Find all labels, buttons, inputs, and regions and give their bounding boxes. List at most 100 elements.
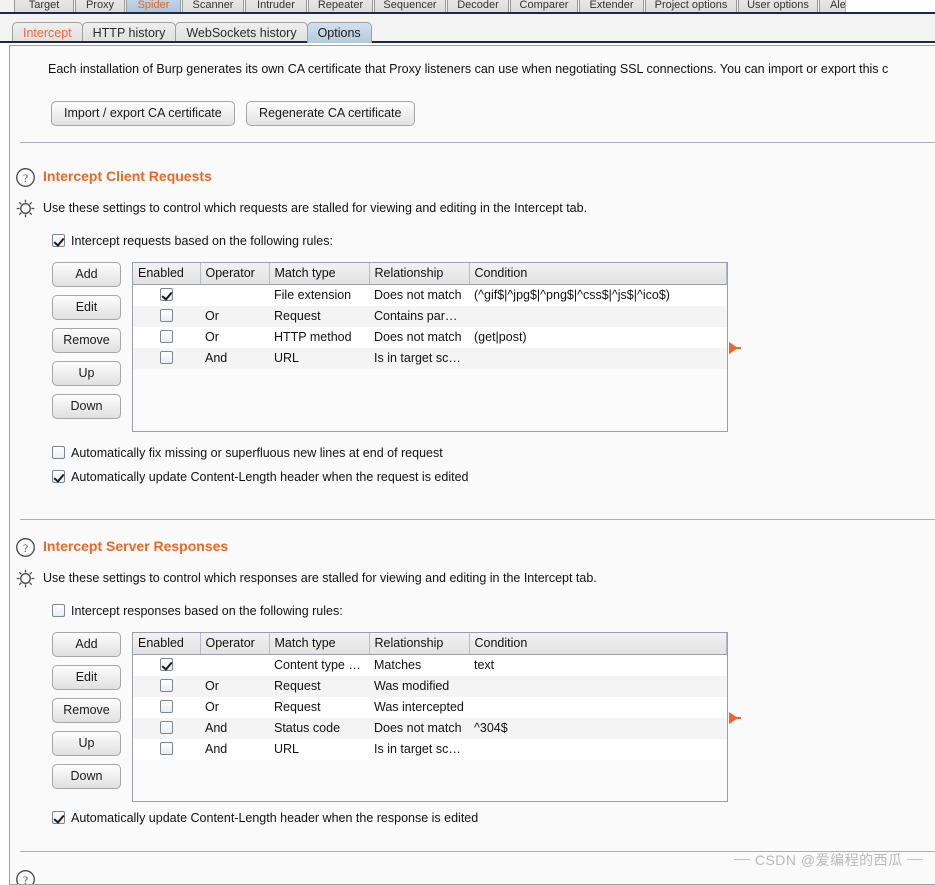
intercept-responses-checkbox[interactable] [52, 604, 65, 617]
client-rules-row[interactable]: OrHTTP methodDoes not match(get|post) [133, 327, 727, 348]
server-rules-row-enabled-checkbox[interactable] [160, 658, 173, 671]
client-rules-column-condition[interactable]: Condition [469, 263, 727, 285]
main-tab-extender[interactable]: Extender [579, 0, 644, 12]
main-tab-user-options[interactable]: User options [738, 0, 818, 12]
server-rules-row-enabled-checkbox[interactable] [160, 742, 173, 755]
client-rules-row-enabled-cell[interactable] [133, 306, 200, 327]
intercept-responses-toggle-row[interactable]: Intercept responses based on the followi… [52, 604, 343, 618]
server-rules-column-relationship[interactable]: Relationship [369, 633, 469, 655]
server-rules-row-enabled-checkbox[interactable] [160, 721, 173, 734]
client-rules-up-button[interactable]: Up [52, 361, 121, 386]
client-rules-row-enabled-checkbox[interactable] [160, 288, 173, 301]
client-rules-row[interactable]: OrRequestContains parameters [133, 306, 727, 327]
subtab-options[interactable]: Options [307, 22, 372, 43]
import-export-ca-certificate-button[interactable]: Import / export CA certificate [51, 101, 235, 126]
client-rules-add-button[interactable]: Add [52, 262, 121, 287]
server-rules-add-button[interactable]: Add [52, 632, 121, 657]
server-rules-column-enabled[interactable]: Enabled [133, 633, 200, 655]
server-rules-row-condition [469, 739, 727, 760]
server-rules-up-button[interactable]: Up [52, 731, 121, 756]
server-rules-down-button[interactable]: Down [52, 764, 121, 789]
server-rules-header-row[interactable]: EnabledOperatorMatch typeRelationshipCon… [133, 633, 727, 655]
client-rules-row-enabled-checkbox[interactable] [160, 351, 173, 364]
client-rules-row[interactable]: AndURLIs in target scope [133, 348, 727, 369]
server-rules-body[interactable]: Content type h...MatchestextOrRequestWas… [133, 655, 727, 803]
server-rules-row[interactable]: OrRequestWas modified [133, 676, 727, 697]
client-rules-body[interactable]: File extensionDoes not match(^gif$|^jpg$… [133, 285, 727, 433]
client-rules-table[interactable]: EnabledOperatorMatch typeRelationshipCon… [132, 262, 728, 432]
main-tab-spider[interactable]: Spider [126, 0, 181, 12]
client-rules-row-operator: Or [200, 306, 269, 327]
server-rules-remove-button[interactable]: Remove [52, 698, 121, 723]
server-rules-row-enabled-cell[interactable] [133, 697, 200, 718]
client-rules-row-enabled-checkbox[interactable] [160, 330, 173, 343]
server-rules-row-enabled-checkbox[interactable] [160, 700, 173, 713]
main-tab-strip-filler [845, 0, 935, 14]
annotation-arrow-client-rules [729, 342, 738, 354]
server-rules-edit-button[interactable]: Edit [52, 665, 121, 690]
subtab-http-history[interactable]: HTTP history [82, 22, 177, 43]
main-tab-project-options[interactable]: Project options [645, 0, 737, 12]
main-tab-proxy[interactable]: Proxy [75, 0, 125, 12]
intercept-requests-toggle-row[interactable]: Intercept requests based on the followin… [52, 234, 333, 248]
help-icon-client-requests[interactable]: ? [15, 167, 36, 188]
update-content-length-response-row[interactable]: Automatically update Content-Length head… [52, 811, 478, 825]
intercept-responses-label: Intercept responses based on the followi… [71, 604, 343, 618]
update-content-length-response-checkbox[interactable] [52, 811, 65, 824]
svg-text:?: ? [23, 875, 28, 885]
regenerate-ca-certificate-button[interactable]: Regenerate CA certificate [246, 101, 414, 126]
server-rules-row-operator: Or [200, 676, 269, 697]
help-icon-server-responses[interactable]: ? [15, 537, 36, 558]
client-rules-row-enabled-cell[interactable] [133, 327, 200, 348]
server-rules-row[interactable]: OrRequestWas intercepted [133, 697, 727, 718]
update-content-length-request-checkbox[interactable] [52, 470, 65, 483]
client-rules-remove-button[interactable]: Remove [52, 328, 121, 353]
update-content-length-request-row[interactable]: Automatically update Content-Length head… [52, 470, 469, 484]
server-rules-row-enabled-cell[interactable] [133, 739, 200, 760]
subtab-websockets-history[interactable]: WebSockets history [175, 22, 307, 43]
server-rules-row-enabled-checkbox[interactable] [160, 679, 173, 692]
autofix-newlines-row[interactable]: Automatically fix missing or superfluous… [52, 446, 443, 460]
main-tab-target[interactable]: Target [14, 0, 74, 12]
help-icon-next-section[interactable]: ? [15, 869, 36, 885]
main-tab-intruder[interactable]: Intruder [245, 0, 307, 12]
client-rules-column-operator[interactable]: Operator [200, 263, 269, 285]
client-rules-column-match-type[interactable]: Match type [269, 263, 369, 285]
server-rules-row[interactable]: AndStatus codeDoes not match^304$ [133, 718, 727, 739]
client-rules-row[interactable]: File extensionDoes not match(^gif$|^jpg$… [133, 285, 727, 306]
server-rules-row[interactable]: AndURLIs in target scope [133, 739, 727, 760]
client-rules-row-enabled-checkbox[interactable] [160, 309, 173, 322]
server-rules-row-condition [469, 676, 727, 697]
proxy-subtab-strip[interactable]: InterceptHTTP historyWebSockets historyO… [0, 14, 935, 43]
main-tab-scanner[interactable]: Scanner [182, 0, 244, 12]
server-rules-column-condition[interactable]: Condition [469, 633, 727, 655]
client-rules-column-enabled[interactable]: Enabled [133, 263, 200, 285]
gear-icon-server-responses[interactable] [15, 568, 36, 589]
subtab-intercept[interactable]: Intercept [12, 22, 83, 43]
client-rules-empty-cell [200, 390, 269, 411]
main-tab-sequencer[interactable]: Sequencer [374, 0, 446, 12]
main-tab-strip[interactable]: TargetProxySpiderScannerIntruderRepeater… [0, 0, 935, 14]
client-rules-column-relationship[interactable]: Relationship [369, 263, 469, 285]
autofix-newlines-checkbox[interactable] [52, 446, 65, 459]
server-rules-column-operator[interactable]: Operator [200, 633, 269, 655]
server-rules-row-enabled-cell[interactable] [133, 676, 200, 697]
client-rules-row-enabled-cell[interactable] [133, 348, 200, 369]
client-rules-edit-button[interactable]: Edit [52, 295, 121, 320]
server-rules-row-enabled-cell[interactable] [133, 655, 200, 676]
server-rules-row-enabled-cell[interactable] [133, 718, 200, 739]
server-rules-table[interactable]: EnabledOperatorMatch typeRelationshipCon… [132, 632, 728, 802]
server-rules-column-match-type[interactable]: Match type [269, 633, 369, 655]
intercept-requests-checkbox[interactable] [52, 234, 65, 247]
server-rules-empty-cell [369, 760, 469, 781]
client-rules-row-enabled-cell[interactable] [133, 285, 200, 306]
main-tab-comparer[interactable]: Comparer [510, 0, 578, 12]
client-rules-down-button[interactable]: Down [52, 394, 121, 419]
subtab-list[interactable]: InterceptHTTP historyWebSockets historyO… [12, 22, 371, 43]
main-tab-repeater[interactable]: Repeater [308, 0, 373, 12]
client-rules-header-row[interactable]: EnabledOperatorMatch typeRelationshipCon… [133, 263, 727, 285]
gear-icon-client-requests[interactable] [15, 198, 36, 219]
main-tab-decoder[interactable]: Decoder [447, 0, 509, 12]
client-rules-row-condition: (get|post) [469, 327, 727, 348]
server-rules-row[interactable]: Content type h...Matchestext [133, 655, 727, 676]
